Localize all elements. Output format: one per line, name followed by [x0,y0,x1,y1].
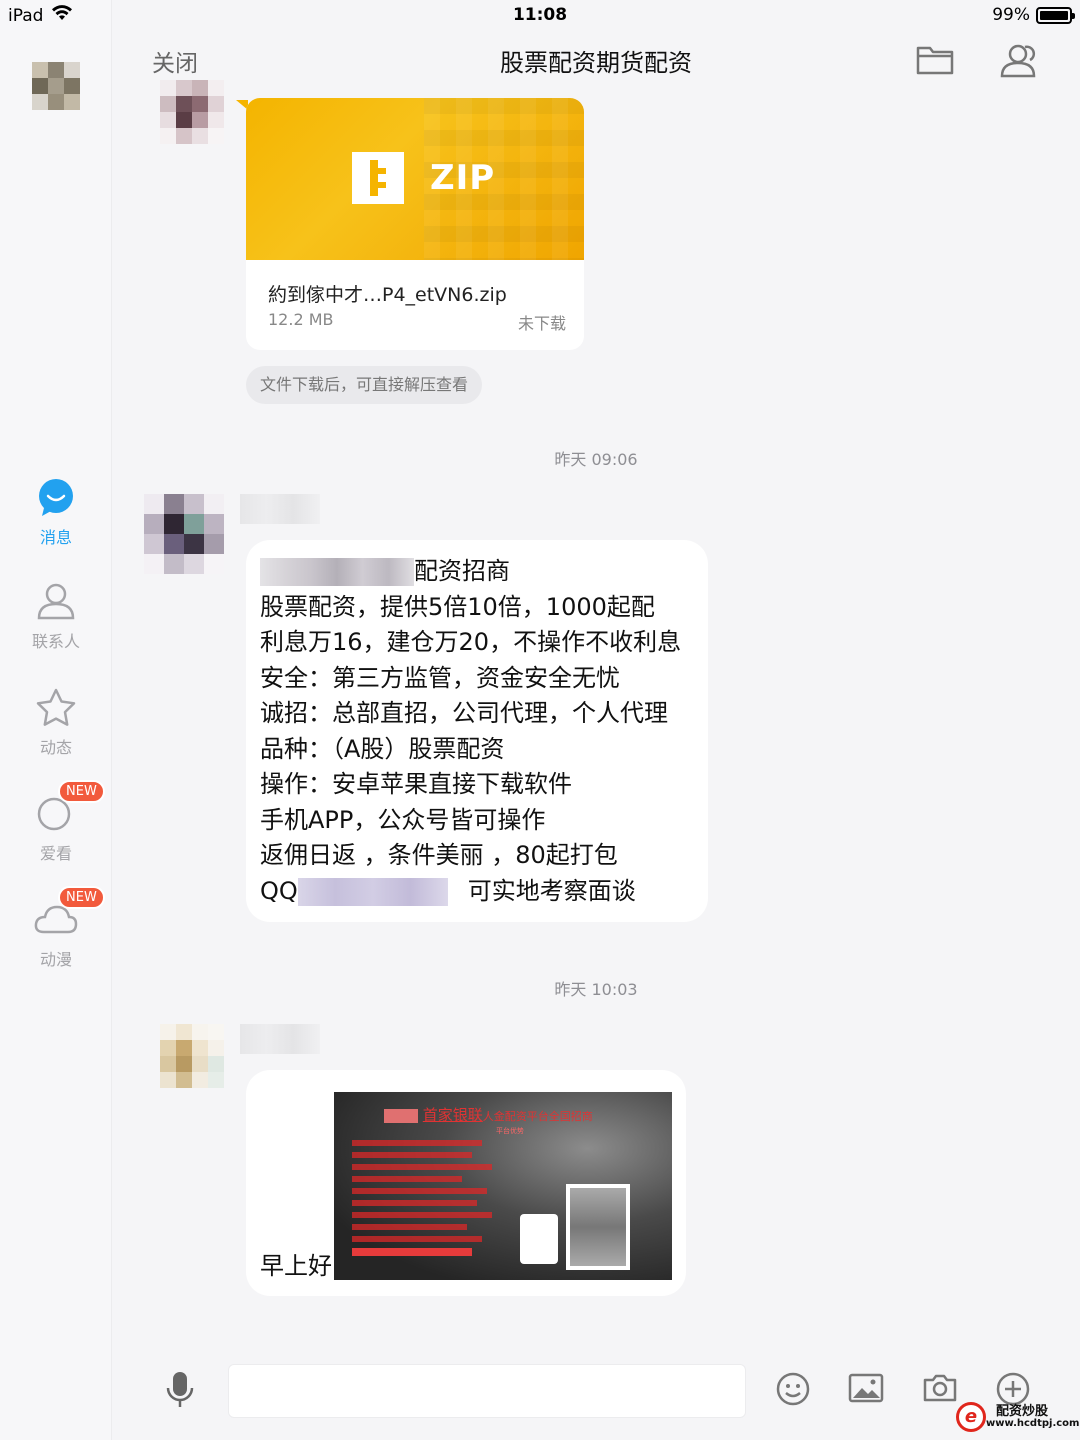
group-members-icon[interactable] [998,42,1038,84]
sidebar-item-label: 联系人 [31,632,80,651]
cloud-icon: NEW [34,780,105,836]
promo-image[interactable]: 首家银联人金配资平台全国招商 平台优势 [334,1092,672,1280]
sender-avatar[interactable] [160,80,224,144]
status-bar: iPad 11:08 99% [0,0,1080,30]
message-timestamp: 昨天 09:06 [554,450,638,469]
watermark-logo: e [956,1402,986,1432]
qr-code [566,1184,630,1270]
text-message[interactable]: 配资招商 股票配资，提供5倍10倍，1000起配 利息万16，建仓万20，不操作… [246,540,708,922]
sidebar: 消息 联系人 动态 NEW 爱看 NEW 动漫 [0,0,112,1440]
clock: 11:08 [512,5,568,25]
close-button[interactable]: 关闭 [152,44,198,78]
sidebar-item-aikan[interactable]: NEW 爱看 [0,780,112,864]
sender-avatar[interactable] [160,1024,224,1088]
new-badge: NEW [58,780,105,803]
mascot-icon [520,1214,558,1264]
chat-bubble-icon [34,476,78,520]
sidebar-item-anime[interactable]: NEW 动漫 [0,886,112,970]
battery-icon [1036,6,1075,24]
promo-subtitle: 平台优势 [496,1127,524,1135]
emoji-icon[interactable] [776,1372,810,1410]
folder-icon[interactable] [916,42,954,80]
message-line: 利息万16，建仓万20，不操作不收利息 [260,628,682,656]
contact-icon [34,580,78,624]
image-icon[interactable] [848,1372,884,1408]
download-status: 未下载 [517,314,566,333]
sender-name [240,1024,320,1054]
sidebar-item-contacts[interactable]: 联系人 [0,580,112,652]
redacted-qq-number [297,877,448,906]
message-line: 股票配资，提供5倍10倍，1000起配 [260,592,655,621]
file-hint: 文件下载后，可直接解压查看 [246,366,483,404]
sidebar-item-feed[interactable]: 动态 [0,686,112,758]
input-bar [112,1340,1080,1440]
message-line: 手机APP，公众号皆可操作 [260,805,546,834]
camera-icon[interactable] [922,1372,958,1408]
sidebar-item-label: 动漫 [39,950,72,969]
new-badge: NEW [58,886,105,909]
cloud-icon: NEW [34,886,105,942]
my-avatar[interactable] [32,62,80,110]
greeting-text: 早上好 [260,1252,332,1280]
message-timestamp: 昨天 10:03 [554,980,638,999]
message-input[interactable] [228,1364,746,1418]
message-line: 返佣日返 ，条件美丽 ，80起打包 [260,841,618,869]
zip-file-icon [352,152,404,204]
watermark-line1: 配资炒股 [996,1404,1049,1419]
zip-label: ZIP [430,158,496,198]
redacted-text [260,558,414,586]
message-line: 诚招：总部直招，公司代理，个人代理 [260,699,668,727]
chat-header: 关闭 股票配资期货配资 [112,30,1080,90]
sidebar-item-label: 爱看 [39,844,72,863]
sidebar-item-label: 动态 [39,738,72,757]
file-attachment[interactable]: ZIP 約到傢中才…P4_etVN6.zip 12.2 MB 未下载 [246,98,584,350]
sidebar-item-messages[interactable]: 消息 [0,476,112,548]
message-line: 安全：第三方监管，资金安全无忧 [260,663,620,692]
site-watermark: e 配资炒股 www.hcdtpj.com [956,1400,1079,1434]
star-icon [34,686,78,730]
image-message[interactable]: 早上好 首家银联人金配资平台全国招商 平台优势 [246,1070,686,1296]
sidebar-item-label: 消息 [39,528,72,547]
watermark-line2: www.hcdtpj.com [986,1418,1080,1429]
message-line: QQ 可实地考察面谈 [260,876,636,906]
message-line: 配资招商 [260,554,694,590]
sender-name [240,494,320,524]
sender-avatar[interactable] [144,494,224,574]
message-line: 品种：（A股）股票配资 [260,734,505,763]
promo-title: 首家银联人金配资平台全国招商 [384,1104,593,1125]
message-line: 操作：安卓苹果直接下载软件 [260,770,572,798]
battery-percent: 99% [992,5,1030,25]
file-size: 12.2 MB [268,310,334,329]
zip-banner: ZIP [246,98,584,260]
microphone-icon[interactable] [164,1370,196,1414]
file-name: 約到傢中才…P4_etVN6.zip [268,284,507,306]
